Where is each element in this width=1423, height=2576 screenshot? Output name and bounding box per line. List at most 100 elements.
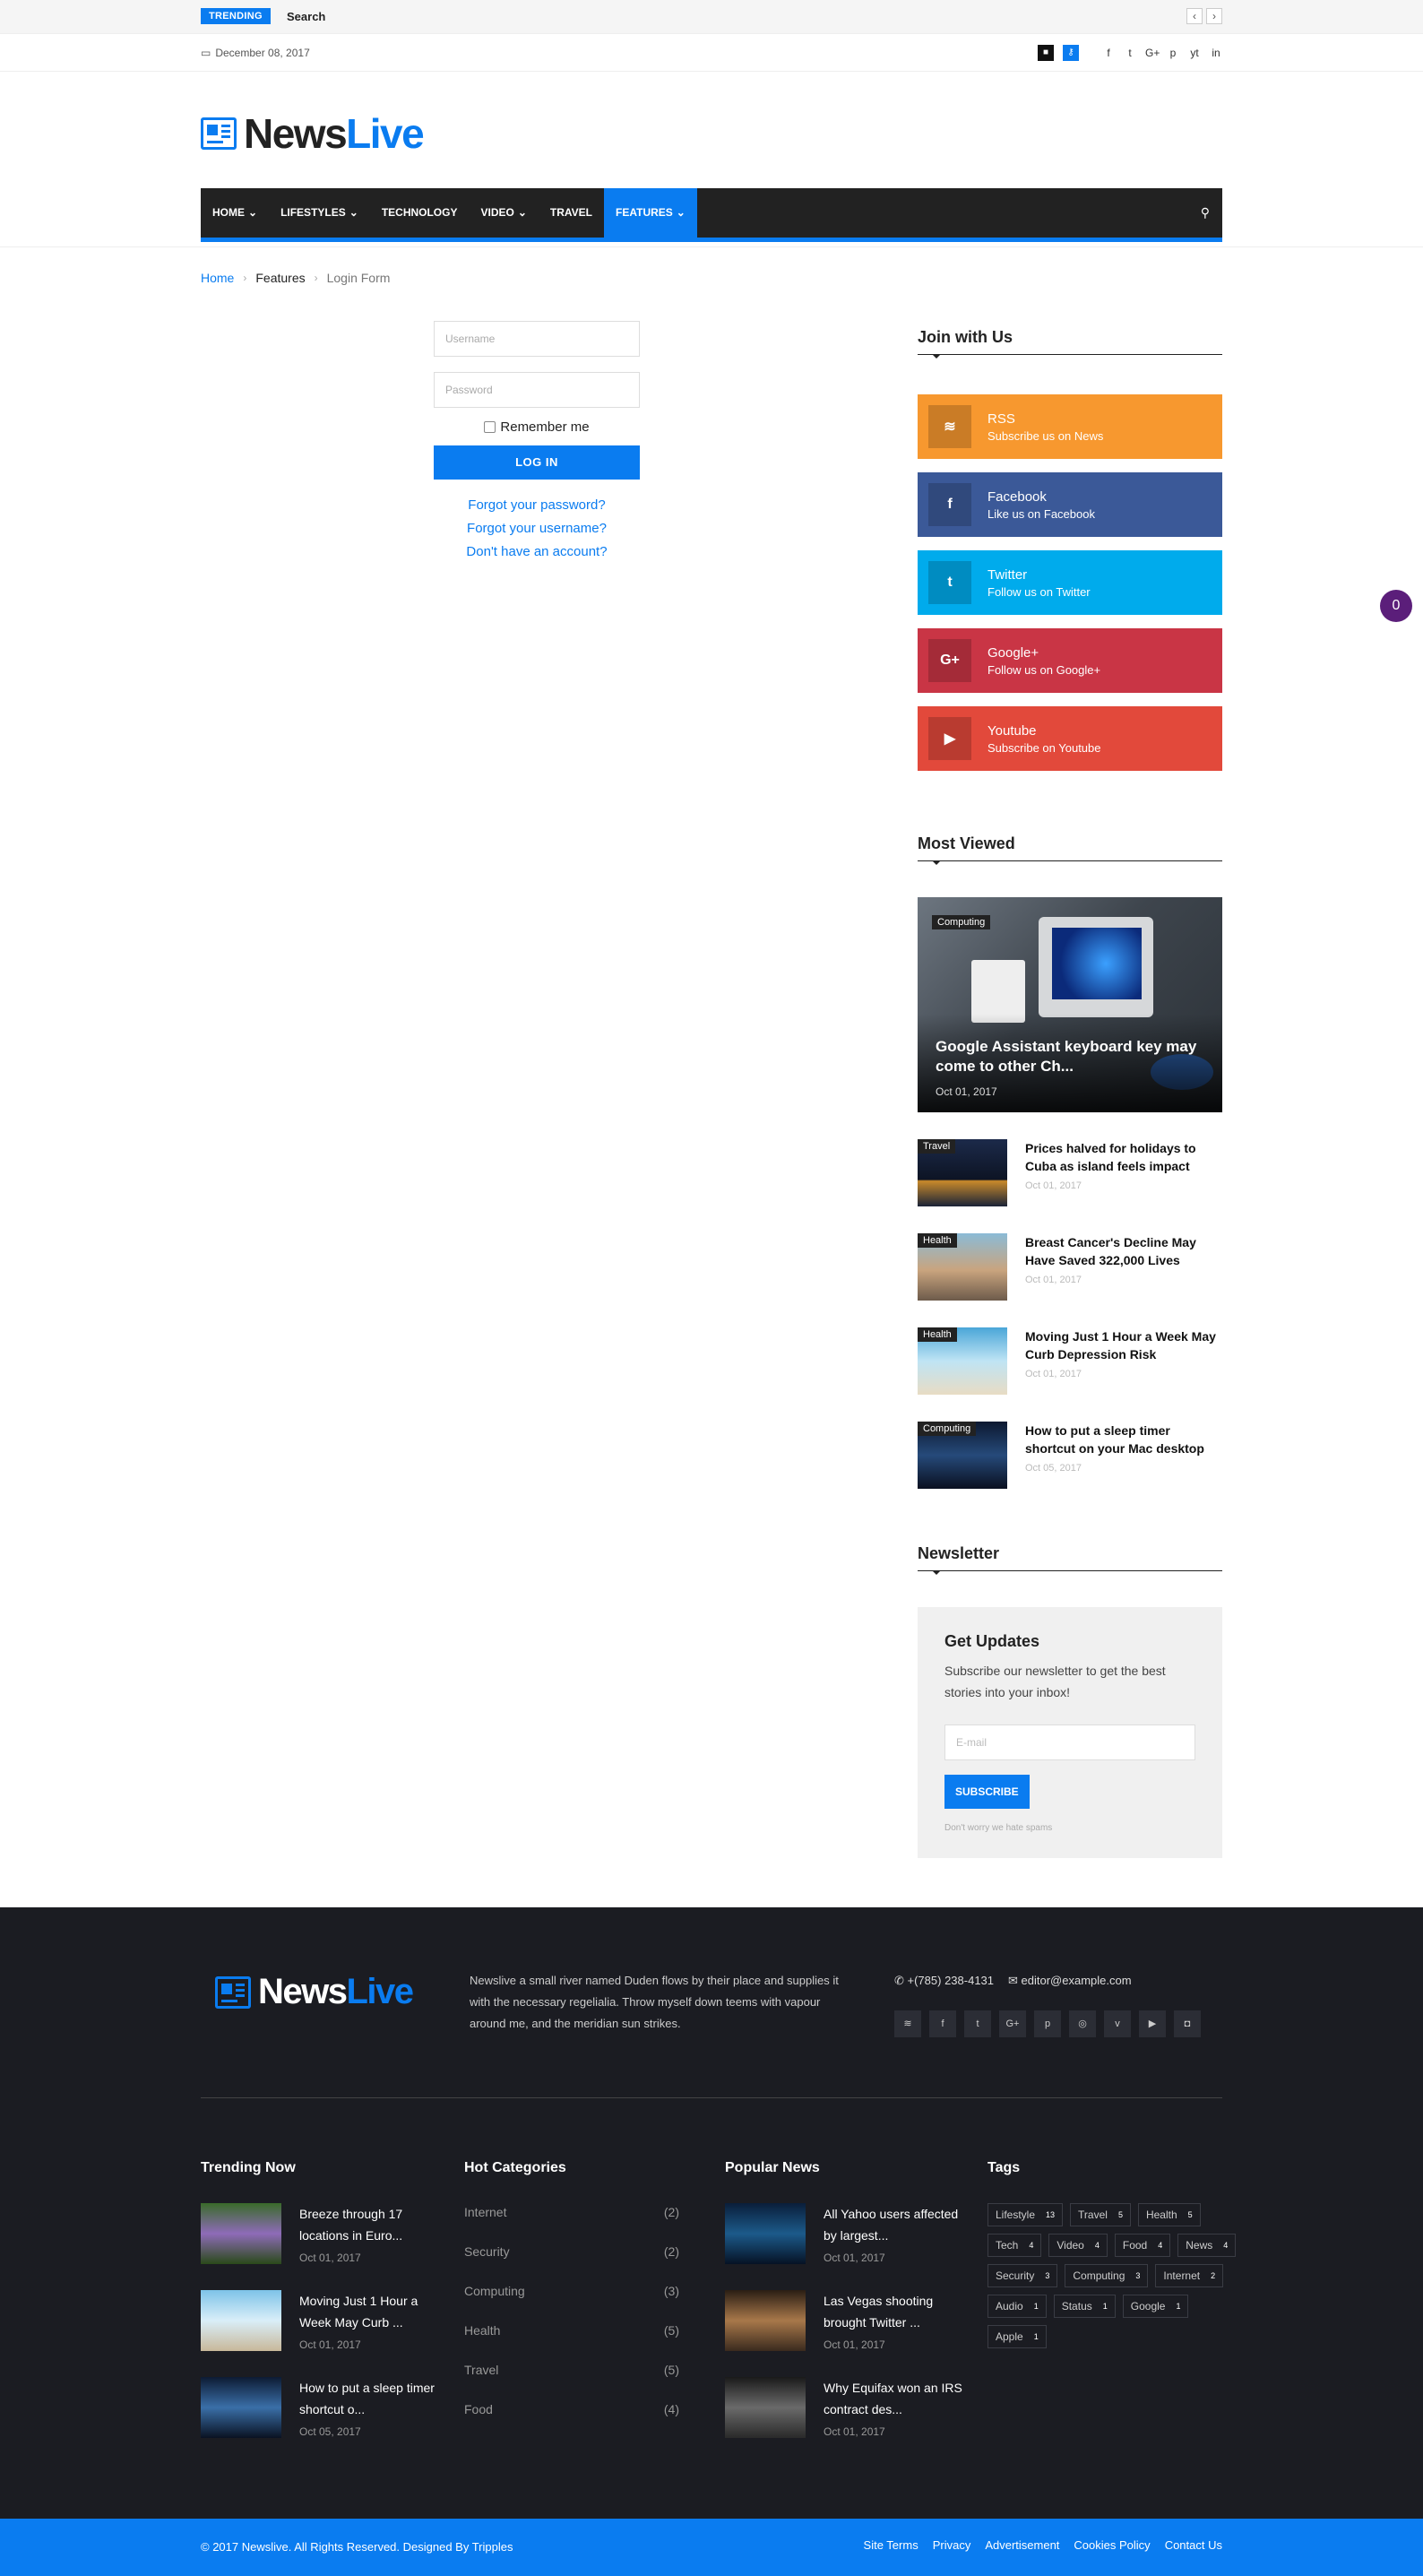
tag-item[interactable]: Internet 2 (1155, 2264, 1224, 2287)
footer-link[interactable]: Cookies Policy (1074, 2538, 1150, 2552)
post-thumbnail[interactable] (725, 2290, 806, 2351)
nav-features[interactable]: FEATURES ⌄ (604, 188, 697, 238)
post-title[interactable]: Moving Just 1 Hour a Week May Curb ... (299, 2290, 443, 2333)
post-thumbnail[interactable] (725, 2377, 806, 2438)
forgot-password-link[interactable]: Forgot your password? (434, 494, 640, 517)
social-google-plus-box[interactable]: G+ Google+ Follow us on Google+ (918, 628, 1222, 693)
lock-icon[interactable]: ■ (1038, 45, 1054, 61)
tag-item[interactable]: Google 1 (1122, 2295, 1189, 2318)
featured-title[interactable]: Google Assistant keyboard key may come t… (936, 1037, 1204, 1076)
social-rss-box[interactable]: ≋ RSS Subscribe us on News (918, 394, 1222, 459)
footer-post[interactable]: Breeze through 17 locations in Euro... Oc… (201, 2203, 443, 2266)
post-thumbnail[interactable] (725, 2203, 806, 2264)
category-item[interactable]: Travel (5) (464, 2361, 679, 2400)
most-viewed-item[interactable]: Health Moving Just 1 Hour a Week May Curb… (918, 1327, 1222, 1395)
tag-item[interactable]: Food 4 (1114, 2234, 1171, 2257)
footer-link[interactable]: Advertisement (985, 2538, 1059, 2552)
category-tag[interactable]: Computing (932, 915, 991, 929)
register-link[interactable]: Don't have an account? (434, 540, 640, 564)
post-title[interactable]: How to put a sleep timer shortcut on you… (1025, 1422, 1222, 1457)
google-plus-icon[interactable]: G+ (1145, 47, 1160, 59)
google-plus-icon[interactable]: G+ (999, 2010, 1026, 2037)
category-item[interactable]: Health (5) (464, 2321, 679, 2361)
social-facebook-box[interactable]: f Facebook Like us on Facebook (918, 472, 1222, 537)
category-item[interactable]: Computing (3) (464, 2282, 679, 2321)
post-title[interactable]: Las Vegas shooting brought Twitter ... (824, 2290, 967, 2333)
forgot-username-link[interactable]: Forgot your username? (434, 517, 640, 540)
nav-home[interactable]: HOME ⌄ (201, 188, 269, 238)
tag-item[interactable]: Travel 5 (1070, 2203, 1131, 2226)
login-button[interactable]: LOG IN (434, 445, 640, 480)
search-icon[interactable]: ⚲ (1201, 205, 1210, 220)
footer-link[interactable]: Privacy (933, 2538, 971, 2552)
username-input[interactable]: Username (434, 321, 640, 357)
post-title[interactable]: Breast Cancer's Decline May Have Saved 3… (1025, 1233, 1222, 1269)
tag-item[interactable]: Audio 1 (987, 2295, 1047, 2318)
footer-post[interactable]: Las Vegas shooting brought Twitter ... Oc… (725, 2290, 967, 2353)
rss-icon[interactable]: ≋ (894, 2010, 921, 2037)
category-item[interactable]: Food (4) (464, 2400, 679, 2440)
tag-item[interactable]: Apple 1 (987, 2325, 1047, 2348)
trending-search-link[interactable]: Search (287, 10, 325, 23)
nav-travel[interactable]: TRAVEL (539, 188, 604, 238)
email-input[interactable]: E-mail (944, 1725, 1195, 1760)
site-logo[interactable]: NewsLive (201, 109, 425, 158)
post-title[interactable]: How to put a sleep timer shortcut o... (299, 2377, 443, 2420)
tag-item[interactable]: Video 4 (1048, 2234, 1108, 2257)
cart-count-badge[interactable]: 0 (1380, 590, 1412, 622)
tag-item[interactable]: Computing 3 (1065, 2264, 1149, 2287)
footer-post[interactable]: Moving Just 1 Hour a Week May Curb ... Oc… (201, 2290, 443, 2353)
breadcrumb-home[interactable]: Home (201, 271, 234, 285)
most-viewed-item[interactable]: Travel Prices halved for holidays to Cuba… (918, 1139, 1222, 1206)
footer-link[interactable]: Site Terms (864, 2538, 918, 2552)
post-thumbnail[interactable]: Health (918, 1233, 1007, 1301)
youtube-icon[interactable]: yt (1188, 47, 1201, 59)
social-twitter-box[interactable]: t Twitter Follow us on Twitter (918, 550, 1222, 615)
remember-checkbox[interactable] (484, 421, 496, 433)
footer-post[interactable]: All Yahoo users affected by largest... Oc… (725, 2203, 967, 2266)
category-tag[interactable]: Health (918, 1233, 957, 1248)
twitter-icon[interactable]: t (1124, 47, 1136, 59)
remember-me[interactable]: Remember me (434, 419, 640, 435)
most-viewed-item[interactable]: Computing How to put a sleep timer shortc… (918, 1422, 1222, 1489)
most-viewed-item[interactable]: Health Breast Cancer's Decline May Have S… (918, 1233, 1222, 1301)
vimeo-icon[interactable]: v (1104, 2010, 1131, 2037)
subscribe-button[interactable]: SUBSCRIBE (944, 1775, 1030, 1809)
facebook-icon[interactable]: f (929, 2010, 956, 2037)
tag-item[interactable]: Tech 4 (987, 2234, 1042, 2257)
next-arrow-icon[interactable]: › (1206, 8, 1222, 24)
linkedin-icon[interactable]: in (1210, 47, 1222, 59)
prev-arrow-icon[interactable]: ‹ (1186, 8, 1203, 24)
password-input[interactable]: Password (434, 372, 640, 408)
pinterest-icon[interactable]: p (1034, 2010, 1061, 2037)
tag-item[interactable]: News 4 (1177, 2234, 1237, 2257)
post-title[interactable]: Moving Just 1 Hour a Week May Curb Depre… (1025, 1327, 1222, 1363)
breadcrumb-features[interactable]: Features (255, 271, 305, 285)
category-tag[interactable]: Health (918, 1327, 957, 1342)
footer-logo[interactable]: NewsLive (215, 1972, 414, 2012)
footer-post[interactable]: Why Equifax won an IRS contract des... Oc… (725, 2377, 967, 2440)
tag-item[interactable]: Security 3 (987, 2264, 1058, 2287)
post-thumbnail[interactable]: Health (918, 1327, 1007, 1395)
post-title[interactable]: Why Equifax won an IRS contract des... (824, 2377, 967, 2420)
post-thumbnail[interactable] (201, 2203, 281, 2264)
category-tag[interactable]: Travel (918, 1139, 956, 1154)
facebook-icon[interactable]: f (1102, 47, 1115, 59)
tag-item[interactable]: Health 5 (1137, 2203, 1201, 2226)
tag-item[interactable]: Status 1 (1053, 2295, 1116, 2318)
dribbble-icon[interactable]: ◎ (1069, 2010, 1096, 2037)
youtube-icon[interactable]: ▶ (1139, 2010, 1166, 2037)
category-item[interactable]: Security (2) (464, 2243, 679, 2282)
post-title[interactable]: Prices halved for holidays to Cuba as is… (1025, 1139, 1222, 1175)
footer-link[interactable]: Contact Us (1165, 2538, 1222, 2552)
instagram-icon[interactable]: ◘ (1174, 2010, 1201, 2037)
category-item[interactable]: Internet (2) (464, 2203, 679, 2243)
tag-item[interactable]: Lifestyle 13 (987, 2203, 1064, 2226)
post-thumbnail[interactable] (201, 2290, 281, 2351)
pinterest-icon[interactable]: p (1167, 47, 1179, 59)
post-thumbnail[interactable] (201, 2377, 281, 2438)
post-thumbnail[interactable]: Computing (918, 1422, 1007, 1489)
footer-post[interactable]: How to put a sleep timer shortcut o... Oc… (201, 2377, 443, 2440)
twitter-icon[interactable]: t (964, 2010, 991, 2037)
post-thumbnail[interactable]: Travel (918, 1139, 1007, 1206)
